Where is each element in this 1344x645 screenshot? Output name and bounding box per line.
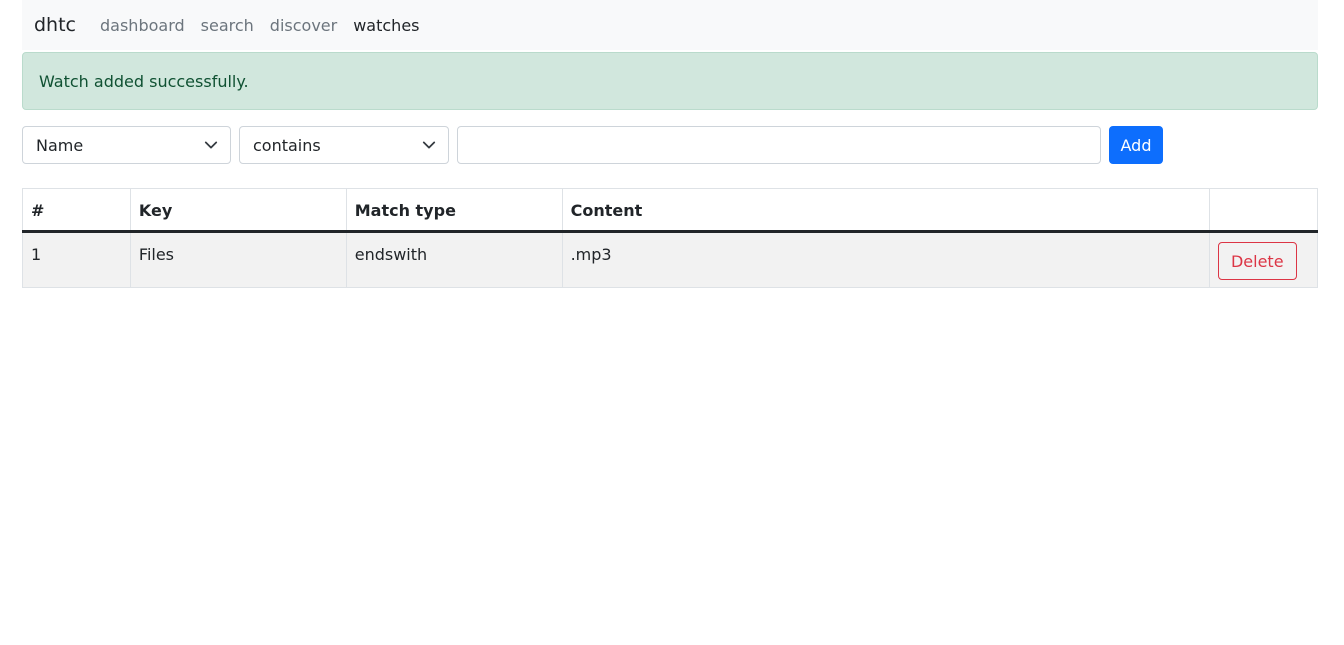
cell-number: 1 (22, 231, 131, 288)
cell-match-type: endswith (345, 231, 563, 288)
add-watch-form: Name contains Add (22, 126, 1318, 164)
delete-button[interactable]: Delete (1217, 242, 1297, 280)
chevron-down-icon (204, 141, 218, 149)
nav-link-dashboard[interactable]: dashboard (100, 16, 185, 35)
table-row: 1 Files endswith .mp3 Delete (22, 231, 1319, 288)
header-content: Content (561, 188, 1210, 233)
nav-link-discover[interactable]: discover (270, 16, 337, 35)
match-type-select[interactable]: contains (239, 126, 449, 164)
success-alert: Watch added successfully. (22, 52, 1318, 110)
key-select[interactable]: Name (22, 126, 231, 164)
header-key: Key (129, 188, 347, 233)
cell-action: Delete (1208, 231, 1319, 288)
watches-table: # Key Match type Content 1 Files endswit… (22, 188, 1319, 288)
match-type-select-value: contains (253, 135, 321, 155)
cell-key: Files (129, 231, 347, 288)
brand-link[interactable]: dhtc (34, 14, 76, 36)
header-number: # (22, 188, 131, 233)
key-select-value: Name (36, 135, 84, 155)
chevron-down-icon (422, 141, 436, 149)
alert-message: Watch added successfully. (39, 71, 249, 91)
header-action (1208, 188, 1319, 233)
cell-content: .mp3 (561, 231, 1210, 288)
table-header-row: # Key Match type Content (22, 188, 1319, 233)
page-container: dhtc dashboard search discover watches W… (22, 0, 1319, 288)
content-input[interactable] (457, 126, 1101, 164)
nav-link-watches[interactable]: watches (353, 16, 419, 35)
navbar: dhtc dashboard search discover watches (22, 0, 1318, 50)
header-match-type: Match type (345, 188, 563, 233)
add-button[interactable]: Add (1109, 126, 1163, 164)
nav-link-search[interactable]: search (201, 16, 254, 35)
